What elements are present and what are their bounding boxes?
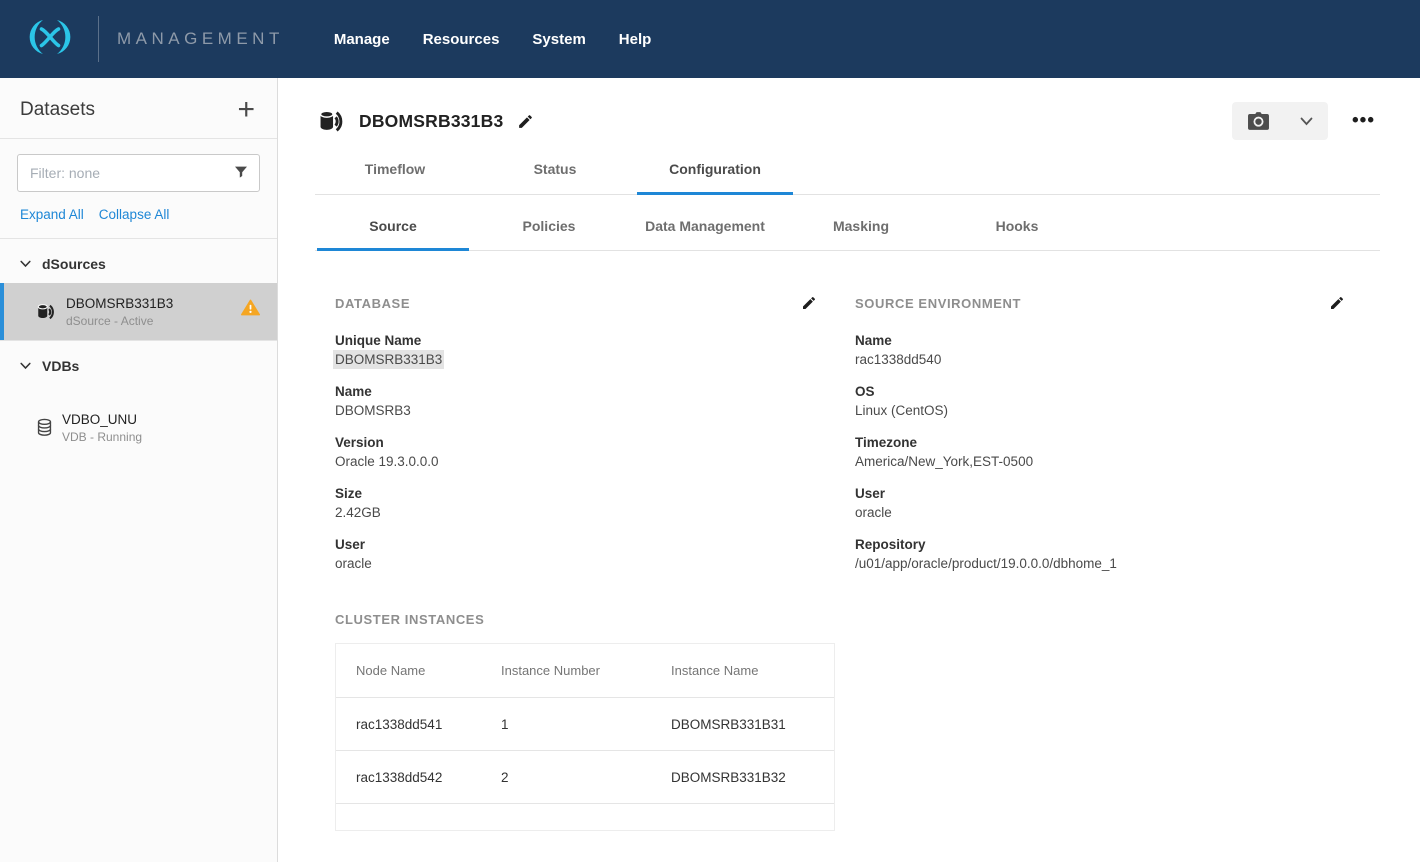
add-dataset-button[interactable]: + — [237, 98, 255, 122]
cluster-instances-table: Node Name Instance Number Instance Name … — [335, 643, 835, 831]
database-panel: DATABASE Unique Name DBOMSRB331B3 Name D… — [335, 295, 855, 586]
product-name: MANAGEMENT — [117, 29, 284, 49]
column-header-node-name: Node Name — [336, 663, 501, 678]
filter-input[interactable] — [17, 154, 260, 192]
table-row: rac1338dd541 1 DBOMSRB331B31 — [336, 698, 834, 751]
subtab-source[interactable]: Source — [315, 218, 471, 250]
warning-icon[interactable] — [241, 299, 260, 316]
camera-icon[interactable] — [1232, 111, 1285, 131]
more-actions-button[interactable]: ••• — [1352, 110, 1375, 132]
delphix-logo[interactable] — [18, 16, 82, 63]
tab-timeflow[interactable]: Timeflow — [315, 161, 475, 194]
vdb-icon — [36, 418, 53, 437]
cluster-instances-section: CLUSTER INSTANCES Node Name Instance Num… — [278, 586, 1420, 831]
database-heading: DATABASE — [335, 296, 410, 311]
configuration-subtabs: Source Policies Data Management Masking … — [315, 195, 1380, 251]
edit-source-environment-pencil-icon[interactable] — [1329, 295, 1345, 311]
snapshot-button-group — [1232, 102, 1328, 140]
chevron-down-icon[interactable] — [1285, 117, 1328, 126]
dataset-name: DBOMSRB331B3 — [66, 296, 173, 311]
subtab-policies[interactable]: Policies — [471, 218, 627, 250]
menu-system[interactable]: System — [532, 31, 585, 48]
main-menu: Manage Resources System Help — [334, 31, 651, 48]
expand-all-link[interactable]: Expand All — [20, 207, 84, 222]
chevron-down-icon[interactable] — [20, 260, 31, 268]
dataset-status: dSource - Active — [66, 314, 173, 328]
dataset-status: VDB - Running — [62, 430, 142, 444]
main-content: DBOMSRB331B3 ••• — [278, 78, 1420, 862]
column-header-instance-number: Instance Number — [501, 663, 671, 678]
page-title: DBOMSRB331B3 — [359, 111, 503, 132]
field-version: Version Oracle 19.3.0.0.0 — [335, 433, 855, 471]
table-empty-row — [336, 804, 834, 830]
dsource-icon — [318, 109, 346, 134]
column-header-instance-name: Instance Name — [671, 663, 834, 678]
divider — [0, 138, 277, 139]
primary-tabs: Timeflow Status Configuration — [315, 161, 1380, 195]
field-user: User oracle — [335, 535, 855, 573]
source-environment-panel: SOURCE ENVIRONMENT Name rac1338dd540 OS … — [855, 295, 1345, 586]
field-size: Size 2.42GB — [335, 484, 855, 522]
dsource-icon — [36, 303, 57, 321]
section-label: dSources — [42, 256, 106, 272]
field-repository: Repository /u01/app/oracle/product/19.0.… — [855, 535, 1345, 573]
navbar-divider — [98, 16, 99, 62]
section-label: VDBs — [42, 358, 79, 374]
menu-resources[interactable]: Resources — [423, 31, 500, 48]
sidebar-section-dsources[interactable]: dSources — [0, 239, 277, 283]
sidebar-item-vdbo-unu[interactable]: VDBO_UNU VDB - Running — [0, 399, 277, 456]
sidebar-section-vdbs[interactable]: VDBs — [0, 341, 277, 385]
edit-title-pencil-icon[interactable] — [517, 113, 534, 130]
sidebar-title: Datasets — [20, 99, 95, 121]
menu-help[interactable]: Help — [619, 31, 652, 48]
subtab-data-management[interactable]: Data Management — [627, 218, 783, 250]
field-env-name: Name rac1338dd540 — [855, 331, 1345, 369]
field-os: OS Linux (CentOS) — [855, 382, 1345, 420]
top-navbar: MANAGEMENT Manage Resources System Help — [0, 0, 1420, 78]
cluster-instances-heading: CLUSTER INSTANCES — [335, 612, 1420, 627]
field-env-user: User oracle — [855, 484, 1345, 522]
source-environment-heading: SOURCE ENVIRONMENT — [855, 296, 1021, 311]
chevron-down-icon[interactable] — [20, 362, 31, 370]
sidebar-item-dbomsrb331b3[interactable]: DBOMSRB331B3 dSource - Active — [0, 283, 277, 340]
field-timezone: Timezone America/New_York,EST-0500 — [855, 433, 1345, 471]
collapse-all-link[interactable]: Collapse All — [99, 207, 170, 222]
tab-configuration[interactable]: Configuration — [635, 161, 795, 194]
datasets-sidebar: Datasets + Expand All Collapse All dSour… — [0, 78, 278, 862]
subtab-masking[interactable]: Masking — [783, 218, 939, 250]
edit-database-pencil-icon[interactable] — [801, 295, 817, 311]
dataset-name: VDBO_UNU — [62, 412, 142, 427]
delphix-logo-icon — [18, 16, 82, 63]
field-name: Name DBOMSRB3 — [335, 382, 855, 420]
tab-status[interactable]: Status — [475, 161, 635, 194]
subtab-hooks[interactable]: Hooks — [939, 218, 1095, 250]
table-row: rac1338dd542 2 DBOMSRB331B32 — [336, 751, 834, 804]
field-unique-name: Unique Name DBOMSRB331B3 — [335, 331, 855, 369]
table-header-row: Node Name Instance Number Instance Name — [336, 644, 834, 698]
filter-funnel-icon[interactable] — [233, 164, 249, 180]
menu-manage[interactable]: Manage — [334, 31, 390, 48]
